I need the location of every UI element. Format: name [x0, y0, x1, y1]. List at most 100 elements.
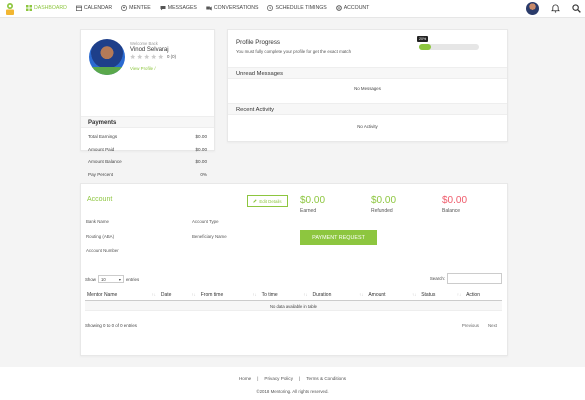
column-label: Status: [421, 292, 436, 298]
view-profile-link[interactable]: View Profile /: [130, 66, 156, 71]
refunded-label: Refunded: [371, 208, 393, 214]
earned-amount: $0.00: [300, 195, 326, 206]
profile-card: Welcome Back Vinod Selvaraj 0 (0) View P…: [80, 29, 215, 177]
star-icon: [158, 54, 164, 60]
footer-separator: |: [299, 376, 301, 381]
footer-link-terms[interactable]: Terms & Conditions: [306, 376, 346, 381]
next-button[interactable]: Next: [488, 323, 497, 328]
column-mentor-name[interactable]: Mentor Name ↑↓: [85, 290, 159, 300]
payment-label: Total Earnings: [88, 134, 118, 139]
search-icon[interactable]: [572, 4, 581, 13]
column-label: To time: [261, 292, 278, 298]
nav-messages[interactable]: MESSAGES: [160, 5, 197, 11]
star-icon: [151, 54, 157, 60]
column-from-time[interactable]: From time ↑↓: [199, 290, 260, 300]
avatar[interactable]: [526, 2, 539, 15]
nav-account[interactable]: ACCOUNT: [335, 5, 369, 11]
sort-icon: ↑↓: [191, 292, 196, 297]
payment-label: Amount Paid: [88, 146, 115, 152]
profile-progress-card: Profile Progress You must fully complete…: [227, 29, 508, 142]
nav-dashboard[interactable]: DASHBOARD: [26, 5, 67, 11]
table-info: Showing 0 to 0 of 0 entries: [85, 323, 137, 328]
footer-links: Home | Privacy Policy | Terms & Conditio…: [0, 376, 585, 381]
nav-schedule-label: SCHEDULE TIMINGS: [275, 5, 327, 11]
column-status[interactable]: Status ↑↓: [419, 290, 464, 300]
chat-icon: [160, 6, 166, 11]
beneficiary-label: Beneficiary Name: [192, 234, 227, 239]
earned-label: Earned: [300, 208, 317, 214]
sort-icon: ↑↓: [252, 292, 257, 297]
column-label: Date: [160, 292, 172, 298]
previous-button[interactable]: Previous: [462, 323, 479, 328]
bell-icon[interactable]: [551, 4, 560, 13]
column-date[interactable]: Date ↑↓: [159, 290, 199, 300]
footer-separator: |: [257, 376, 259, 381]
refunded-amount: $0.00: [371, 195, 397, 206]
table-search: Search:: [430, 273, 502, 284]
profile-avatar: [89, 39, 125, 75]
pencil-icon: [253, 199, 257, 203]
nav-conversations[interactable]: CONVERSATIONS: [206, 5, 258, 11]
progress-tooltip: 20%: [417, 36, 429, 42]
entries-label: entries: [125, 276, 140, 282]
sort-icon: ↑↓: [151, 292, 156, 297]
welcome-text: Welcome Back: [130, 41, 158, 46]
entries-value: 10: [100, 276, 106, 282]
rating-stars: 0 (0): [130, 54, 176, 60]
progress-subtitle: You must fully complete your profile for…: [236, 49, 352, 54]
column-label: Amount: [368, 292, 386, 298]
sort-icon: ↑↓: [303, 292, 308, 297]
pagination: Previous Next: [462, 323, 497, 328]
column-label: Mentor Name: [87, 292, 118, 298]
user-icon: [121, 5, 128, 11]
search-input[interactable]: [447, 273, 502, 284]
footer-link-home[interactable]: Home: [239, 376, 251, 381]
star-icon: [137, 54, 143, 60]
nav-calendar[interactable]: CALENDAR: [75, 5, 113, 11]
nav-mentee[interactable]: MENTEE: [121, 5, 151, 11]
unread-messages-empty: No Messages: [354, 86, 381, 91]
progress-bar-fill: [419, 44, 431, 50]
column-label: Duration: [312, 292, 332, 298]
recent-activity-empty: No Activity: [357, 124, 378, 129]
payment-request-button[interactable]: PAYMENT REQUEST: [300, 230, 377, 245]
balance-label: Balance: [442, 208, 461, 214]
payments-list: Total Earnings $0.00 Amount Paid $0.00 Amo…: [88, 134, 207, 184]
account-type-label: Account Type: [192, 219, 219, 224]
column-amount[interactable]: Amount ↑↓: [366, 290, 419, 300]
nav-schedule-timings[interactable]: SCHEDULE TIMINGS: [267, 5, 327, 11]
table-empty-row: No data available in table: [85, 301, 502, 311]
payment-row: Amount Balance $0.00: [88, 159, 207, 172]
balance-amount: $0.00: [442, 195, 468, 206]
gear-icon: [335, 5, 342, 11]
nav-mentee-label: MENTEE: [129, 5, 151, 11]
payment-row: Amount Paid $0.00: [88, 147, 207, 160]
edit-details-button[interactable]: Edit Details: [247, 195, 288, 207]
top-right-actions: [526, 2, 581, 15]
column-action[interactable]: Action: [464, 290, 502, 300]
payments-table: Mentor Name ↑↓ Date ↑↓ From time ↑↓ To time…: [85, 290, 502, 311]
logo-icon[interactable]: [4, 2, 16, 16]
clock-icon: [267, 5, 274, 11]
payment-value: $0.00: [195, 134, 208, 139]
main-nav: DASHBOARD CALENDAR MENTEE MESSAGES CONVE…: [26, 5, 369, 11]
rating-count: 0 (0): [167, 54, 177, 60]
edit-details-label: Edit Details: [259, 198, 282, 204]
user-name: Vinod Selvaraj: [130, 47, 169, 53]
payment-row: Total Earnings $0.00: [88, 134, 207, 147]
sort-icon: ↑↓: [359, 292, 364, 297]
column-duration[interactable]: Duration ↑↓: [310, 290, 366, 300]
entries-select[interactable]: 10 ▾: [97, 275, 124, 283]
column-to-time[interactable]: To time ↑↓: [260, 290, 311, 300]
recent-activity-title: Recent Activity: [228, 103, 507, 115]
bank-name-label: Bank Name: [86, 219, 109, 224]
progress-bar: 20%: [417, 36, 479, 50]
footer-link-privacy[interactable]: Privacy Policy: [264, 376, 293, 381]
nav-calendar-label: CALENDAR: [83, 5, 113, 11]
column-label: From time: [200, 292, 224, 298]
account-number-label: Account Number: [86, 248, 119, 253]
payments-title: Payments: [81, 116, 214, 128]
dashboard-icon: [26, 5, 32, 11]
unread-messages-title: Unread Messages: [228, 67, 507, 79]
routing-label: Routing (ABA): [86, 234, 115, 239]
